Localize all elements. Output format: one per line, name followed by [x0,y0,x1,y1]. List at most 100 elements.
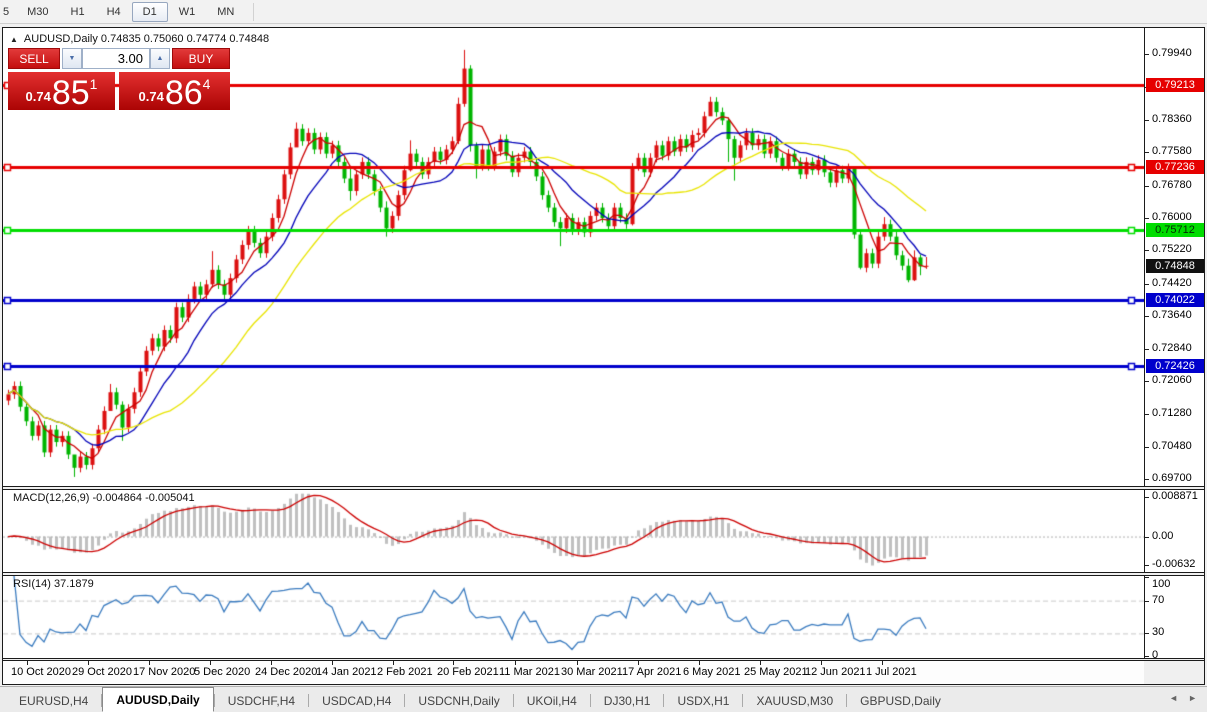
date-tick-mark [332,661,333,665]
timeframe-button-H1[interactable]: H1 [60,2,96,22]
rsi-tick-label: 30 [1152,626,1164,638]
tab-eurusd-h4[interactable]: EURUSD,H4 [6,690,101,712]
date-label: 11 Mar 2021 [499,666,560,678]
date-label: 25 May 2021 [744,666,808,678]
rsi-tick-label: 100 [1152,578,1170,590]
price-tick-label: 0.77580 [1152,145,1192,157]
current-price-badge: 0.74848 [1146,259,1204,273]
rsi-panel-canvas[interactable] [3,576,1144,658]
price-tick-mark [1145,186,1149,187]
triangle-down-icon: ▼ [69,55,76,62]
tab-gbpusd-daily[interactable]: GBPUSD,Daily [847,690,954,712]
price-tick-mark [1145,447,1149,448]
tab-scroll-arrows: ◄ ► [1169,693,1197,703]
date-label: 10 Oct 2020 [11,666,71,678]
date-label: 12 Jun 2021 [805,666,866,678]
date-tick-mark [821,661,822,665]
panel-divider[interactable] [3,658,1204,661]
date-label: 5 Dec 2020 [194,666,250,678]
tab-usdcnh-daily[interactable]: USDCNH,Daily [405,690,512,712]
price-tick-mark [1145,250,1149,251]
macd-tick-mark [1145,537,1149,538]
date-label: 14 Jan 2021 [316,666,377,678]
price-tick-mark [1145,316,1149,317]
rsi-label: RSI(14) 37.1879 [13,578,94,590]
date-tick-mark [760,661,761,665]
date-tick-mark [210,661,211,665]
tab-usdx-h1[interactable]: USDX,H1 [664,690,742,712]
rsi-tick-mark [1145,577,1149,578]
buy-price-prefix: 0.74 [139,89,164,104]
macd-tick-mark [1145,565,1149,566]
price-tick-label: 0.72060 [1152,374,1192,386]
volume-decrease-button[interactable]: ▼ [62,48,82,69]
buy-button[interactable]: BUY [172,48,230,69]
price-tick-mark [1145,120,1149,121]
tab-scroll-left-icon[interactable]: ◄ [1169,693,1178,703]
sell-button[interactable]: SELL [8,48,60,69]
sell-price-sup: 1 [90,76,98,92]
price-tick-label: 0.76000 [1152,211,1192,223]
tab-ukoil-h4[interactable]: UKOil,H4 [514,690,590,712]
price-tick-mark [1145,54,1149,55]
tab-usdchf-h4[interactable]: USDCHF,H4 [215,690,308,712]
volume-input[interactable]: 3.00 [82,48,150,69]
price-axis-border [1144,28,1145,661]
volume-increase-button[interactable]: ▲ [150,48,170,69]
price-tick-label: 0.75220 [1152,243,1192,255]
date-label: 17 Nov 2020 [133,666,195,678]
timeframe-button-H4[interactable]: H4 [96,2,132,22]
buy-price-display[interactable]: 0.74864 [119,72,230,110]
price-tick-mark [1145,381,1149,382]
date-tick-mark [882,661,883,665]
price-tick-label: 0.76780 [1152,179,1192,191]
tab-audusd-daily[interactable]: AUDUSD,Daily [102,687,213,712]
toolbar-divider [253,3,254,21]
sell-price-prefix: 0.74 [26,89,51,104]
timeframe-button-M30[interactable]: M30 [16,2,59,22]
timeframe-button-W1[interactable]: W1 [168,2,207,22]
date-tick-mark [515,661,516,665]
date-tick-mark [453,661,454,665]
rsi-tick-mark [1145,656,1149,657]
rsi-tick-label: 70 [1152,594,1164,606]
price-tick-mark [1145,218,1149,219]
tab-xauusd-m30[interactable]: XAUUSD,M30 [743,690,846,712]
price-tick-label: 0.69700 [1152,472,1192,484]
buy-price-big: 86 [165,78,203,108]
collapse-panel-icon[interactable]: ▲ [10,35,18,44]
one-click-trading-panel: SELL ▼ 3.00 ▲ BUY 0.74851 0.74864 [8,48,230,110]
date-label: 2 Feb 2021 [377,666,433,678]
date-tick-mark [271,661,272,665]
sell-price-display[interactable]: 0.74851 [8,72,115,110]
trading-terminal-window: 5M30H1H4D1W1MN ▲ AUDUSD,Daily 0.74835 0.… [0,0,1207,712]
date-label: 17 Apr 2021 [622,666,681,678]
price-tick-label: 0.78360 [1152,113,1192,125]
date-tick-mark [88,661,89,665]
triangle-up-icon: ▲ [157,55,164,62]
panel-divider[interactable] [3,572,1204,576]
date-tick-mark [393,661,394,665]
tab-usdcad-h4[interactable]: USDCAD,H4 [309,690,404,712]
tab-scroll-right-icon[interactable]: ► [1188,693,1197,703]
macd-tick-label: -0.00632 [1152,558,1195,570]
chart-header: ▲ AUDUSD,Daily 0.74835 0.75060 0.74774 0… [10,33,269,45]
price-tick-mark [1145,284,1149,285]
price-line-badge: 0.77236 [1146,160,1204,174]
date-tick-mark [699,661,700,665]
timeframe-button-5[interactable]: 5 [0,2,16,22]
price-tick-mark [1145,152,1149,153]
date-label: 30 Mar 2021 [561,666,623,678]
date-label: 6 May 2021 [683,666,740,678]
panel-divider[interactable] [3,486,1204,490]
chart-header-text: AUDUSD,Daily 0.74835 0.75060 0.74774 0.7… [24,33,269,45]
timeframe-toolbar: 5M30H1H4D1W1MN [0,0,1207,24]
timeframe-button-D1[interactable]: D1 [132,2,168,22]
price-tick-mark [1145,414,1149,415]
timeframe-button-MN[interactable]: MN [206,2,245,22]
sell-price-big: 85 [52,78,90,108]
tab-dj30-h1[interactable]: DJ30,H1 [591,690,664,712]
date-tick-mark [27,661,28,665]
rsi-tick-label: 0 [1152,649,1158,661]
macd-tick-mark [1145,497,1149,498]
